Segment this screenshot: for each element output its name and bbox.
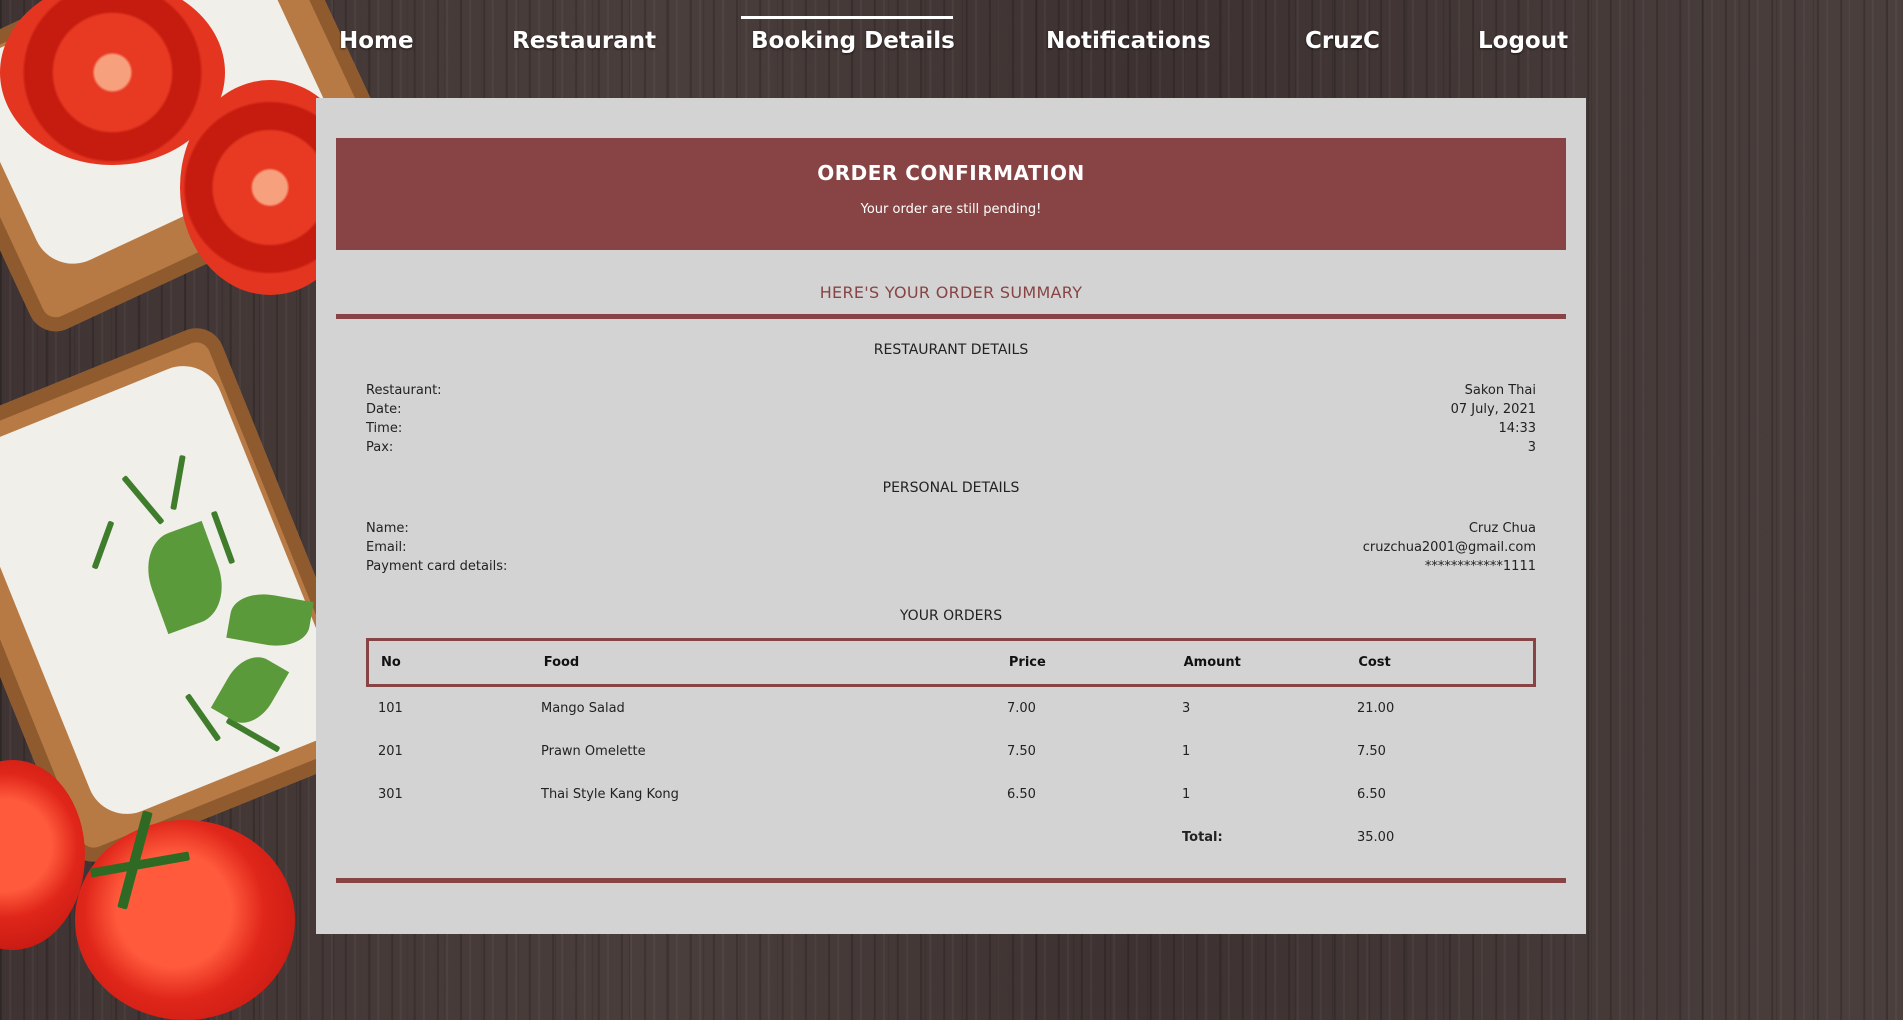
table-row: 101 Mango Salad 7.00 3 21.00 xyxy=(366,687,1536,730)
personal-details-list: Name: Cruz Chua Email: cruzchua2001@gmai… xyxy=(366,519,1536,576)
cell-no: 101 xyxy=(378,701,403,716)
nav-booking-details-link[interactable]: Booking Details xyxy=(751,28,955,54)
detail-row-email: Email: cruzchua2001@gmail.com xyxy=(366,538,1536,557)
detail-row-name: Name: Cruz Chua xyxy=(366,519,1536,538)
detail-label: Email: xyxy=(366,540,407,555)
cell-food: Thai Style Kang Kong xyxy=(541,787,679,802)
nav-logout-link[interactable]: Logout xyxy=(1478,28,1568,54)
detail-row-time: Time: 14:33 xyxy=(366,419,1536,438)
table-total-row: Total: 35.00 xyxy=(366,816,1536,859)
cell-price: 7.00 xyxy=(1007,701,1036,716)
order-confirmation-banner: ORDER CONFIRMATION Your order are still … xyxy=(336,138,1566,250)
column-header-amount: Amount xyxy=(1183,655,1241,670)
detail-value: 14:33 xyxy=(1498,421,1536,436)
detail-label: Payment card details: xyxy=(366,559,508,574)
restaurant-details-list: Restaurant: Sakon Thai Date: 07 July, 20… xyxy=(366,381,1536,457)
detail-value: 3 xyxy=(1527,440,1536,455)
total-label: Total: xyxy=(1182,830,1223,845)
detail-row-date: Date: 07 July, 2021 xyxy=(366,400,1536,419)
nav-restaurant-link[interactable]: Restaurant xyxy=(512,28,656,54)
cell-price: 6.50 xyxy=(1007,787,1036,802)
cell-cost: 21.00 xyxy=(1357,701,1395,716)
cell-no: 301 xyxy=(378,787,403,802)
detail-row-restaurant: Restaurant: Sakon Thai xyxy=(366,381,1536,400)
detail-value: 07 July, 2021 xyxy=(1450,402,1536,417)
cell-amount: 3 xyxy=(1182,701,1191,716)
column-header-no: No xyxy=(381,655,401,670)
banner-title: ORDER CONFIRMATION xyxy=(817,161,1085,185)
banner-subtitle: Your order are still pending! xyxy=(860,202,1042,217)
detail-label: Date: xyxy=(366,402,402,417)
detail-label: Pax: xyxy=(366,440,394,455)
orders-table: No Food Price Amount Cost 101 Mango Sala… xyxy=(366,638,1536,859)
detail-label: Time: xyxy=(366,421,403,436)
top-navigation: Home Restaurant Booking Details Notifica… xyxy=(0,0,1903,80)
table-row: 201 Prawn Omelette 7.50 1 7.50 xyxy=(366,730,1536,773)
column-header-cost: Cost xyxy=(1358,655,1391,670)
detail-label: Name: xyxy=(366,521,409,536)
detail-value: Sakon Thai xyxy=(1464,383,1536,398)
cell-price: 7.50 xyxy=(1007,744,1036,759)
cell-no: 201 xyxy=(378,744,403,759)
cell-cost: 7.50 xyxy=(1357,744,1386,759)
column-header-food: Food xyxy=(543,655,580,670)
your-orders-heading: YOUR ORDERS xyxy=(899,608,1003,624)
order-summary-card: ORDER CONFIRMATION Your order are still … xyxy=(316,98,1586,934)
column-header-price: Price xyxy=(1008,655,1046,670)
detail-row-pax: Pax: 3 xyxy=(366,438,1536,457)
total-value: 35.00 xyxy=(1357,830,1395,845)
detail-value: cruzchua2001@gmail.com xyxy=(1362,540,1536,555)
top-divider xyxy=(336,314,1566,319)
cell-amount: 1 xyxy=(1182,787,1191,802)
bottom-divider xyxy=(336,878,1566,883)
cell-amount: 1 xyxy=(1182,744,1191,759)
detail-label: Restaurant: xyxy=(366,383,442,398)
summary-title: HERE'S YOUR ORDER SUMMARY xyxy=(819,283,1083,302)
table-row: 301 Thai Style Kang Kong 6.50 1 6.50 xyxy=(366,773,1536,816)
cell-food: Mango Salad xyxy=(541,701,625,716)
restaurant-details-heading: RESTAURANT DETAILS xyxy=(873,342,1029,358)
cell-cost: 6.50 xyxy=(1357,787,1386,802)
detail-value: Cruz Chua xyxy=(1468,521,1536,536)
active-tab-indicator xyxy=(741,16,953,19)
detail-value: ************1111 xyxy=(1424,559,1536,574)
cell-food: Prawn Omelette xyxy=(541,744,646,759)
nav-home-link[interactable]: Home xyxy=(339,28,414,54)
orders-table-header: No Food Price Amount Cost xyxy=(366,638,1536,687)
personal-details-heading: PERSONAL DETAILS xyxy=(882,480,1020,496)
nav-notifications-link[interactable]: Notifications xyxy=(1046,28,1211,54)
detail-row-payment-card: Payment card details: ************1111 xyxy=(366,557,1536,576)
nav-user-profile-link[interactable]: CruzC xyxy=(1305,28,1380,54)
